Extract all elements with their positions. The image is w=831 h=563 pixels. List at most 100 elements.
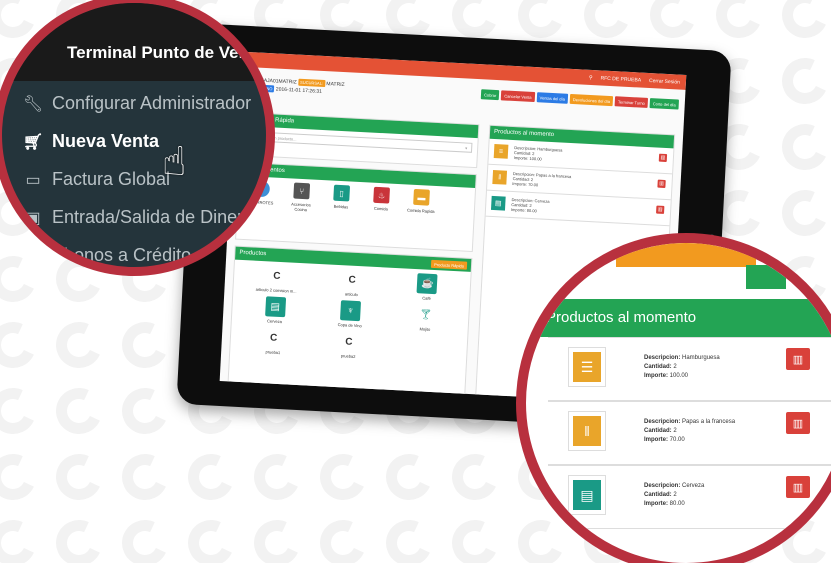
background-ring — [115, 315, 175, 375]
products-title: Productos — [239, 249, 267, 258]
background-ring — [313, 447, 373, 507]
background-ring — [115, 447, 175, 507]
cancel-sale-button[interactable]: Cancelar Venta — [501, 90, 535, 103]
sidebar-item-label: Configurar Administrador — [52, 93, 252, 113]
item-amount: 100.00 — [669, 373, 689, 379]
qty-label: Cantidad: — [644, 492, 672, 498]
dept-bebidas[interactable]: ▯ Bebidas — [326, 184, 357, 215]
trash-icon[interactable]: ▥ — [658, 153, 668, 163]
beer-icon: ▤ — [573, 480, 601, 510]
product-item[interactable]: Cprueba2 — [313, 330, 384, 361]
trash-icon[interactable]: ▥ — [786, 412, 810, 434]
food-icon: ♨ — [373, 186, 391, 204]
dept-comida-rapida[interactable]: ▬ Comida Rapida — [405, 188, 436, 219]
product-label: prueba1 — [265, 349, 281, 356]
product-item[interactable]: ▤ Cerveza — [240, 295, 311, 326]
trash-icon[interactable]: ▥ — [786, 348, 810, 370]
stage: ≡ ⚲ RFC DE PRUEBA Cerrar Sesión CAJA: CA… — [0, 0, 831, 563]
background-ring — [247, 447, 307, 507]
bottle-icon: ▯ — [333, 184, 351, 202]
background-ring — [379, 447, 439, 507]
product-label: articulo 2 comision m... — [255, 286, 297, 294]
product-label: Cerveza — [266, 318, 283, 325]
background-ring — [0, 315, 43, 375]
product-item[interactable]: ☕ Café — [392, 272, 463, 303]
pdf-icon: ▭ — [25, 171, 41, 189]
products-panel: Productos Producto Rápido Carticulo 2 co… — [227, 245, 473, 398]
sidebar-header — [2, 3, 266, 81]
product-item[interactable]: 🍸︎ Mojito — [390, 303, 461, 334]
daily-sales-button[interactable]: Ventas del día — [536, 92, 569, 104]
cart-icon: 🛒︎ — [22, 133, 44, 151]
product-item[interactable]: Carticulo — [317, 268, 388, 299]
sidebar-item-new-sale[interactable]: 🛒︎ Nueva Venta — [22, 131, 159, 152]
background-ring — [577, 0, 637, 45]
background-ring — [0, 381, 43, 441]
beer-icon: ▤ — [264, 296, 286, 318]
burger-icon: ☰ — [573, 352, 601, 382]
chevron-down-icon: ▾ — [465, 145, 468, 151]
item-details: Descripcion: Papas a la francesa Cantida… — [644, 418, 735, 445]
sidebar-item-config-admin[interactable]: 🔧︎ Configurar Administrador — [22, 93, 251, 114]
sidebar-item-global-invoice[interactable]: ▭ Factura Global — [22, 169, 170, 190]
trash-icon[interactable]: ▥ — [786, 476, 810, 498]
sidebar-zoom-circle: Terminal Punto de Ven 🔧︎ Configurar Admin… — [0, 0, 275, 276]
background-ring — [775, 183, 831, 243]
product-logo-icon: C — [344, 335, 353, 348]
fries-icon: ‖ — [492, 169, 508, 185]
quick-product-button[interactable]: Producto Rápido — [431, 259, 468, 270]
daily-returns-button[interactable]: Devoluciones del día — [569, 93, 614, 107]
cart-item-zoom: ‖ Descripcion: Papas a la francesa Canti… — [548, 401, 831, 465]
cocktail-icon: 🍸︎ — [419, 308, 433, 321]
background-ring — [0, 513, 43, 563]
sidebar-item-label: Nueva Venta — [52, 131, 160, 151]
item-qty: 2 — [673, 364, 677, 370]
desc-label: Descripcion: — [644, 355, 681, 361]
qty-label: Cantidad: — [644, 428, 672, 434]
close-day-button[interactable]: Corte del día — [649, 98, 680, 110]
background-ring — [49, 513, 109, 563]
dept-cocina[interactable]: ⑂ Accesorios Cocina — [286, 182, 317, 213]
fries-icon: ‖ — [573, 416, 601, 446]
background-ring — [0, 447, 43, 507]
beer-icon: ▤ — [490, 195, 506, 211]
dept-comida[interactable]: ♨ Comida — [366, 186, 397, 217]
background-ring — [775, 0, 831, 45]
background-ring — [379, 513, 439, 563]
item-qty: 2 — [673, 492, 677, 498]
product-item[interactable]: Carticulo 2 comision m... — [241, 264, 312, 295]
sidebar-item-label: Factura Global — [52, 169, 171, 189]
background-ring — [313, 513, 373, 563]
app-title: Terminal Punto de Ven — [67, 43, 249, 62]
cart-item-zoom: ☰ Descripcion: Hamburguesa Cantidad: 2 I… — [548, 337, 831, 401]
sucursal-value: MATRIZ — [326, 81, 345, 89]
product-item[interactable]: Cprueba1 — [238, 326, 309, 357]
background-ring — [49, 315, 109, 375]
amount-label: Importe: — [644, 437, 668, 443]
background-ring — [445, 447, 505, 507]
trash-icon[interactable]: ▥ — [657, 179, 666, 189]
action-buttons: Cobrar Cancelar Venta Ventas del día Dev… — [429, 87, 680, 110]
end-shift-button[interactable]: Terminar Turno — [614, 96, 649, 108]
rfc-label[interactable]: RFC DE PRUEBA — [600, 75, 641, 83]
product-item[interactable]: ♆ Copa de Vino — [315, 299, 386, 330]
cobrar-button[interactable]: Cobrar — [480, 89, 500, 101]
background-ring — [115, 513, 175, 563]
turno-value: 2016-11-01 17:26:31 — [275, 86, 323, 95]
sidebar-item-cash-io[interactable]: ▣ Entrada/Salida de Dinero — [22, 207, 253, 228]
sidebar-item-credit-payments[interactable]: ▪ Abonos a Crédito — [22, 245, 191, 266]
money-icon: ▣ — [25, 209, 41, 227]
wine-glass-icon: ♆ — [339, 300, 361, 322]
item-desc: Cerveza — [682, 483, 705, 489]
background-ring — [709, 0, 769, 45]
amount-label: Importe: — [644, 501, 668, 507]
trash-icon[interactable]: ▥ — [656, 205, 665, 214]
item-thumbnail: ☰ — [568, 347, 606, 387]
close-day-button-fragment — [746, 265, 786, 289]
products-grid: Carticulo 2 comision m... Carticulo ☕ Caf… — [230, 260, 471, 369]
logout-link[interactable]: Cerrar Sesión — [649, 78, 680, 86]
item-amount: 80.00 — [669, 501, 685, 507]
wrench-icon: 🔧︎ — [22, 95, 44, 113]
dept-label: Comida Rapida — [406, 207, 435, 214]
item-details: Descripcion: Hamburguesa Cantidad: 2 Imp… — [644, 354, 720, 381]
